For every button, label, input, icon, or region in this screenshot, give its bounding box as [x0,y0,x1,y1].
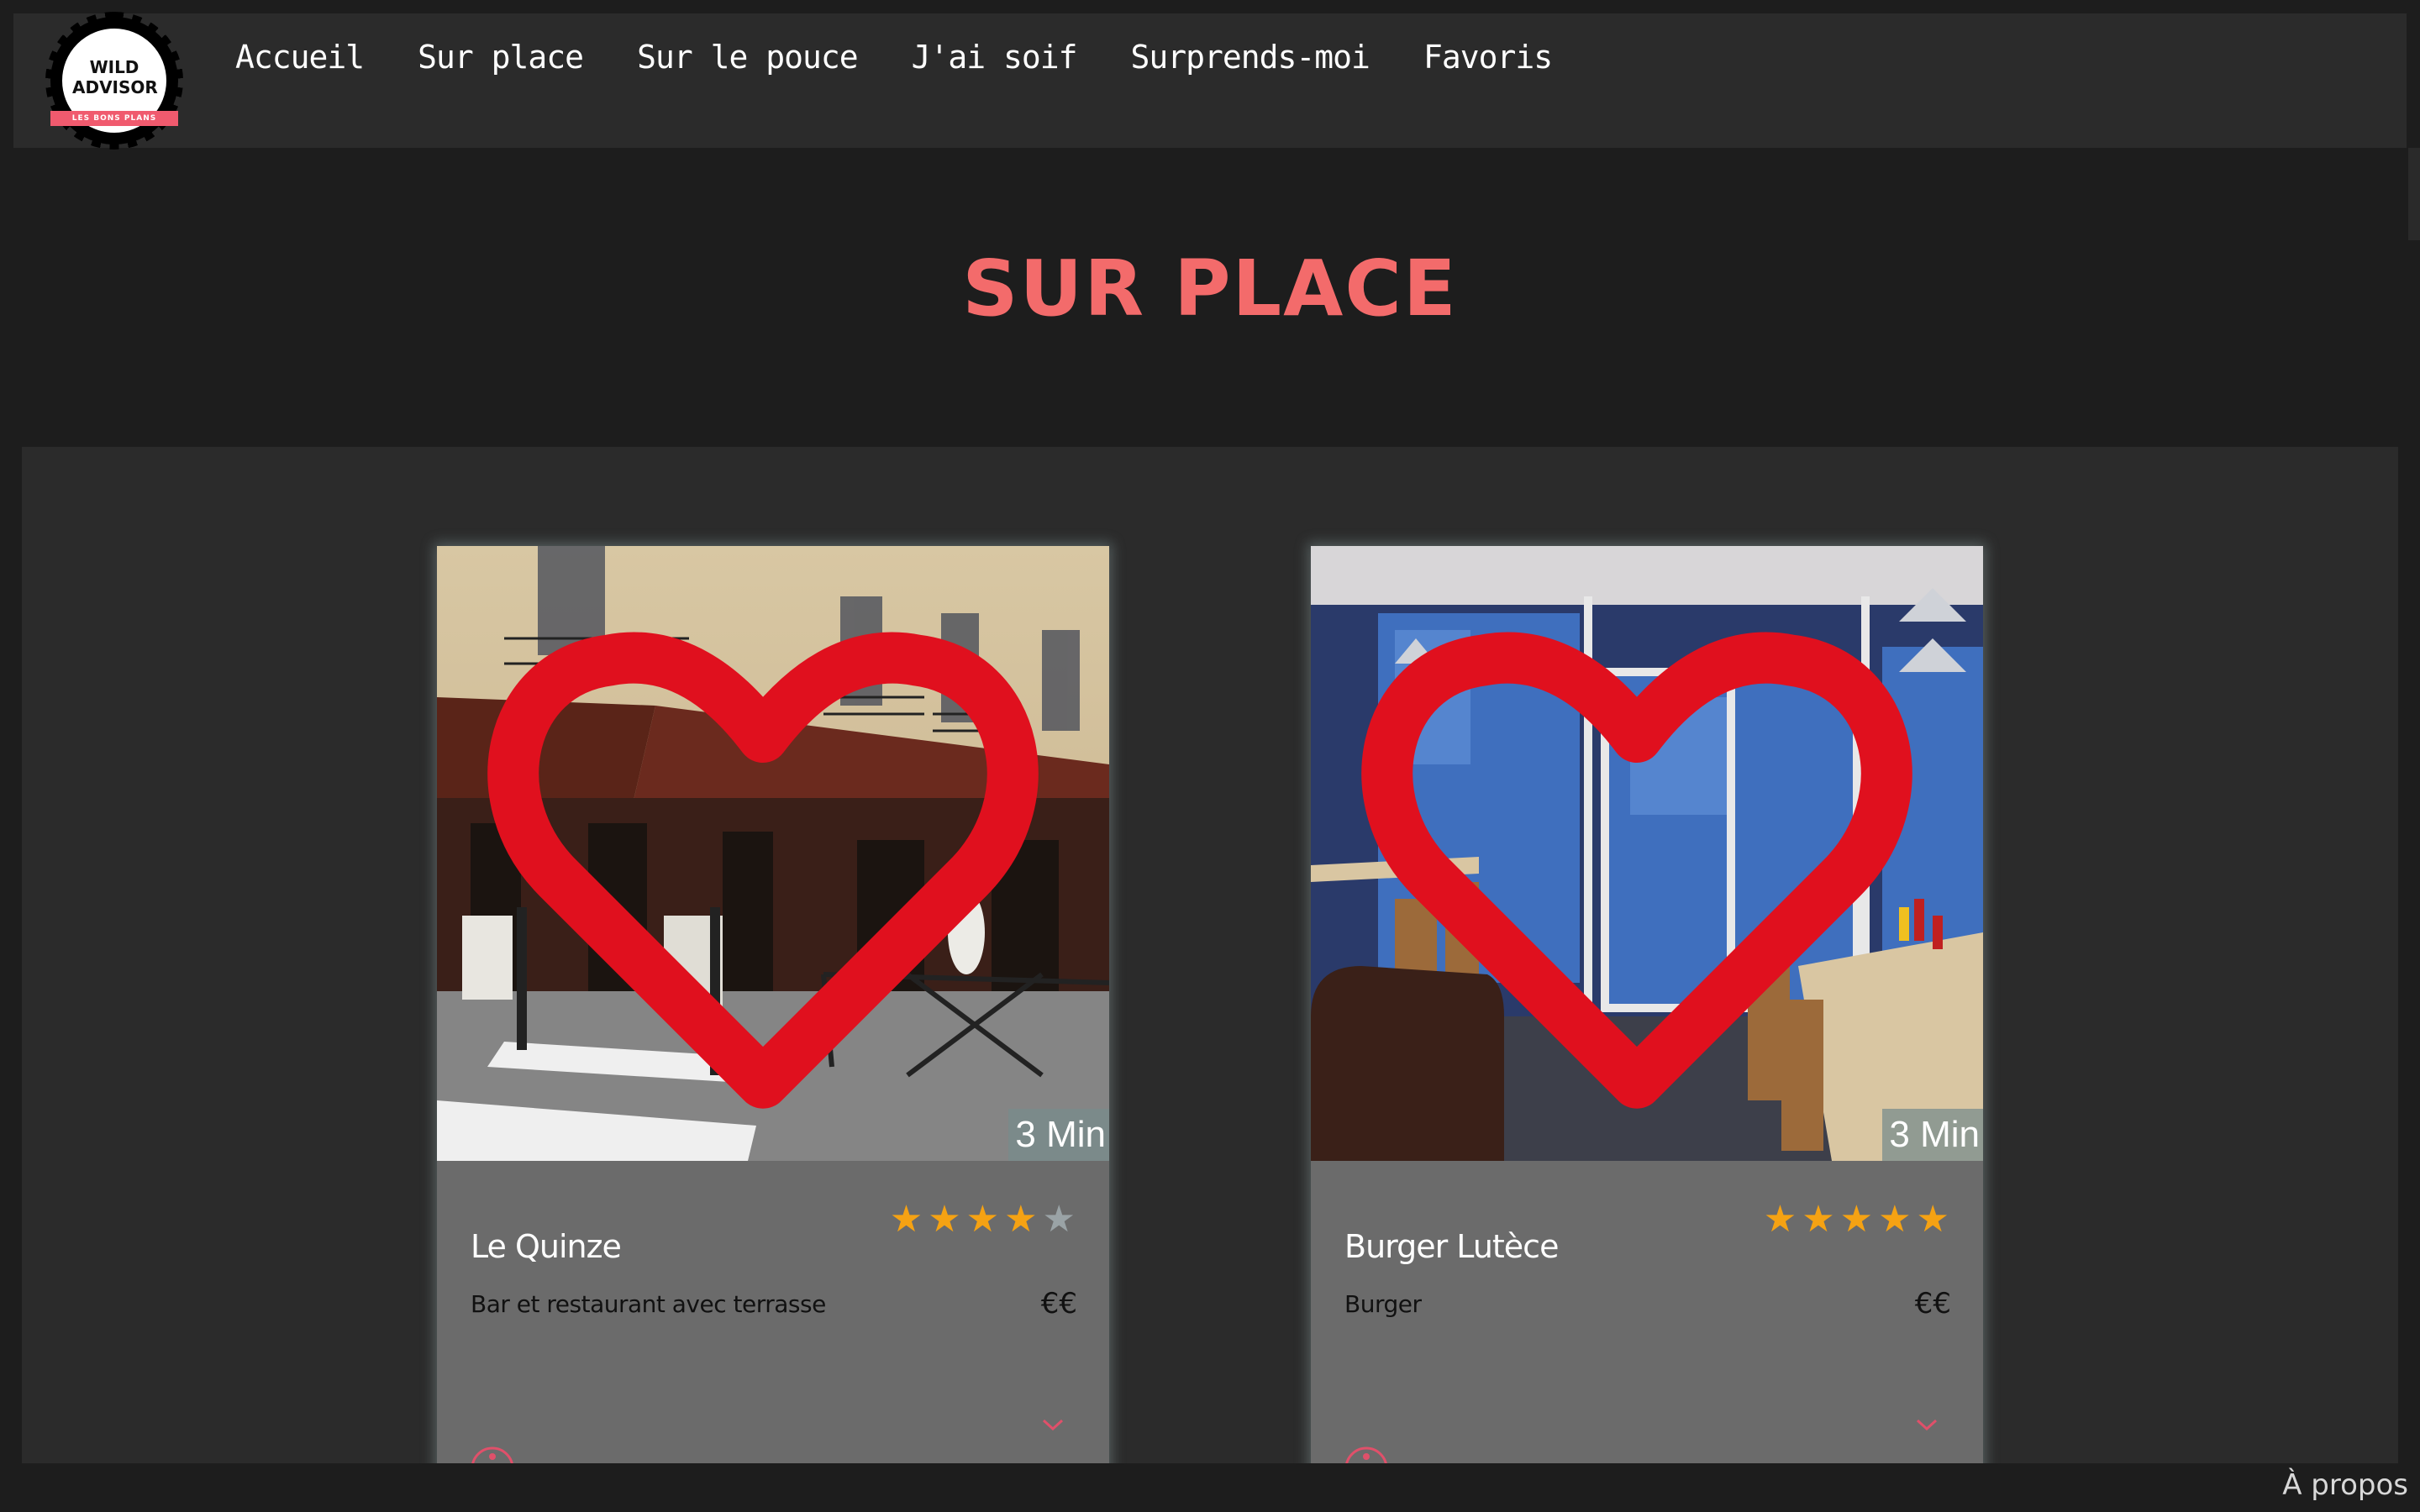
rating-stars: ★ ★ ★ ★ ★ [1764,1201,1949,1238]
logo-title: WILD ADVISOR [72,57,158,97]
star-icon: ★ [1916,1198,1949,1241]
nav-link-accueil[interactable]: Accueil [235,39,365,76]
logo-line-2: ADVISOR [72,77,158,97]
restaurant-description: Bar et restaurant avec terrasse [471,1290,826,1318]
nav-link-favoris[interactable]: Favoris [1423,39,1553,76]
nav-link-sur-place[interactable]: Sur place [418,39,584,76]
navbar: WILD ADVISOR LES BONS PLANS Accueil Sur … [13,12,2407,150]
restaurant-name: Le Quinze [471,1228,622,1265]
star-icon: ★ [889,1198,923,1241]
nav-link-sur-le-pouce[interactable]: Sur le pouce [637,39,859,76]
star-icon: ★ [1878,1198,1912,1241]
travel-time-badge: 3 Min [1008,1109,1109,1161]
logo-badge: WILD ADVISOR LES BONS PLANS [50,25,178,136]
restaurant-name: Burger Lutèce [1344,1228,1559,1265]
travel-time-badge: 3 Min [1882,1109,1983,1161]
price-level: €€ [1914,1287,1951,1320]
page-title: SUR PLACE [962,244,1458,333]
heart-outline-icon[interactable] [437,558,1099,1161]
star-icon: ★ [1763,1198,1797,1241]
heart-outline-icon[interactable] [1311,558,1973,1161]
restaurant-description: Burger [1344,1290,1422,1318]
logo[interactable]: WILD ADVISOR LES BONS PLANS [45,12,183,150]
star-empty-icon: ★ [1042,1198,1076,1241]
restaurant-photo: 3 Min [437,546,1109,1161]
star-icon: ★ [928,1198,961,1241]
footer: À propos [0,1463,2420,1512]
star-icon: ★ [1802,1198,1835,1241]
star-icon: ★ [1004,1198,1038,1241]
chevron-down-icon[interactable] [1914,1416,1939,1433]
page: WILD ADVISOR LES BONS PLANS Accueil Sur … [0,0,2420,1512]
chevron-down-icon[interactable] [1040,1416,1065,1433]
restaurant-card[interactable]: 3 Min ★ ★ ★ ★ ★ Le Quinze Bar et restaur… [437,546,1109,1478]
about-link[interactable]: À propos [2282,1468,2408,1502]
logo-line-1: WILD [89,57,139,77]
rating-stars: ★ ★ ★ ★ ★ [890,1201,1076,1238]
scrollbar[interactable] [2408,148,2420,240]
restaurant-card[interactable]: 3 Min ★ ★ ★ ★ ★ Burger Lutèce Burger €€ [1311,546,1983,1478]
logo-tagline: LES BONS PLANS [50,111,178,126]
restaurant-photo: 3 Min [1311,546,1983,1161]
nav-link-surprends-moi[interactable]: Surprends-moi [1131,39,1370,76]
cards-panel [22,447,2398,1512]
star-icon: ★ [1839,1198,1874,1241]
nav-link-jai-soif[interactable]: J'ai soif [912,39,1078,76]
nav-links: Accueil Sur place Sur le pouce J'ai soif… [235,39,1606,76]
star-icon: ★ [965,1198,1000,1241]
price-level: €€ [1040,1287,1077,1320]
